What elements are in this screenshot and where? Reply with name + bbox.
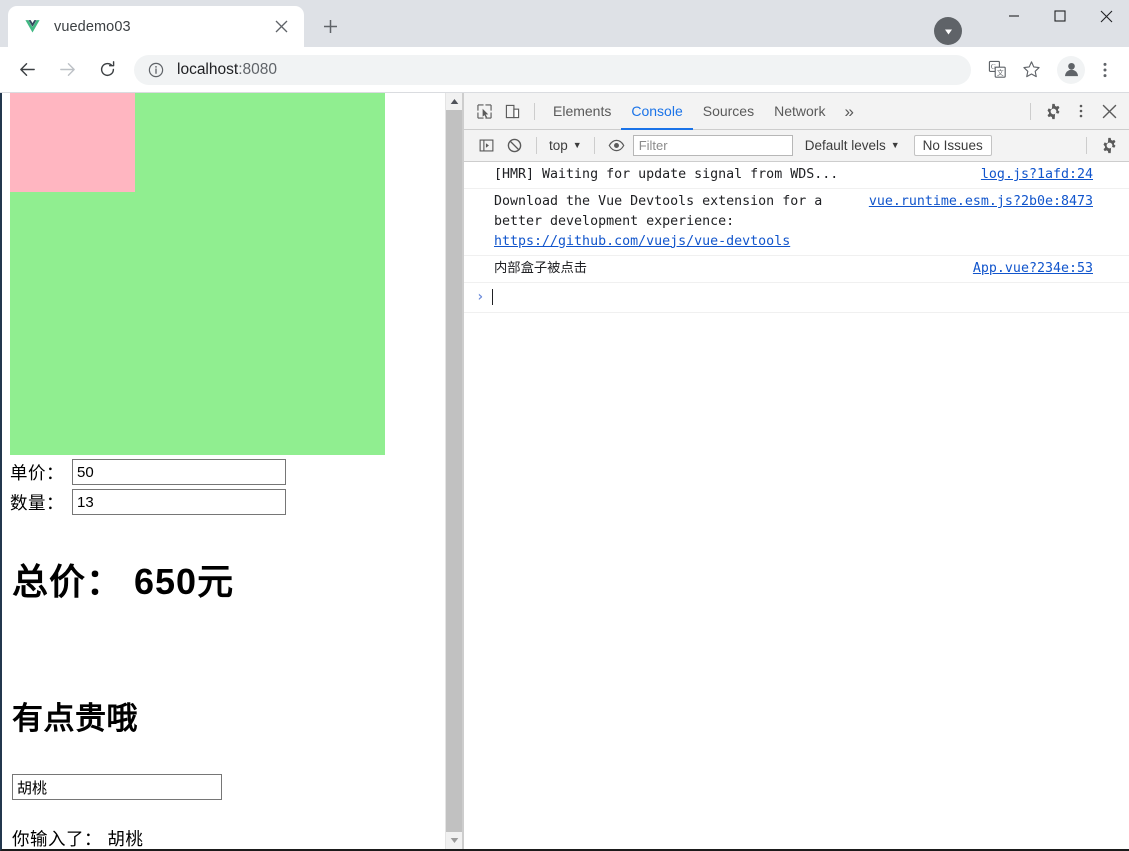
clear-console-icon[interactable] <box>500 133 528 159</box>
close-window-button[interactable] <box>1083 0 1129 32</box>
maximize-button[interactable] <box>1037 0 1083 32</box>
filterbar-divider-1 <box>536 137 537 154</box>
console-message-text: 内部盒子被点击 <box>494 260 588 276</box>
console-filter-bar: top ▼ Default levels ▼ No Issues <box>464 130 1129 162</box>
tab-sources[interactable]: Sources <box>693 93 764 129</box>
console-filter-input[interactable] <box>632 135 793 156</box>
price-comment-heading: 有点贵哦 <box>12 701 138 736</box>
prompt-text-cursor <box>492 289 494 306</box>
tab-title: vuedemo03 <box>54 18 131 35</box>
device-toolbar-icon[interactable] <box>498 98 526 124</box>
site-info-icon[interactable] <box>146 60 166 80</box>
execution-context-select[interactable]: top ▼ <box>545 138 586 153</box>
scrollbar-track[interactable] <box>446 110 462 832</box>
execution-context-value: top <box>549 138 568 153</box>
chrome-menu-icon[interactable] <box>1091 56 1119 84</box>
bookmark-star-icon[interactable] <box>1017 56 1045 84</box>
chevron-down-icon-levels: ▼ <box>890 140 900 150</box>
forward-button-icon[interactable] <box>52 55 82 85</box>
console-message-body: Download the Vue Devtools extension for … <box>494 193 823 229</box>
name-input[interactable] <box>12 774 222 800</box>
scrollbar-thumb[interactable] <box>446 110 462 832</box>
page-scrollbar[interactable] <box>445 93 462 849</box>
url-host: localhost <box>177 60 239 78</box>
issues-button[interactable]: No Issues <box>913 135 992 156</box>
translate-icon[interactable]: G 文 <box>983 56 1011 84</box>
scroll-down-arrow-icon[interactable] <box>446 832 462 849</box>
console-prompt[interactable]: › <box>464 283 1129 313</box>
unit-price-label: 单价： <box>10 462 64 483</box>
devtools-panel: Elements Console Sources Network » top ▼… <box>463 93 1129 849</box>
console-message-row[interactable]: 内部盒子被点击 App.vue?234e:53 <box>464 256 1129 283</box>
profile-avatar[interactable] <box>1057 55 1085 84</box>
browser-window: vuedemo03 localhost:8080 G 文 单价： 50 数量： … <box>0 0 1129 851</box>
tab-network[interactable]: Network <box>764 93 835 129</box>
toolbar-divider <box>534 102 535 120</box>
download-badge-icon[interactable] <box>934 17 962 45</box>
page-viewport: 单价： 数量： 总价： 650元 有点贵哦 你输入了： 胡桃 <box>2 93 463 849</box>
filterbar-divider-2 <box>593 137 595 154</box>
quantity-input[interactable] <box>72 489 286 515</box>
back-button-icon[interactable] <box>12 55 42 85</box>
devtools-close-icon[interactable] <box>1095 98 1123 124</box>
window-controls <box>934 0 1129 47</box>
address-bar[interactable]: localhost:8080 <box>134 54 971 85</box>
log-levels-select[interactable]: Default levels ▼ <box>799 138 906 153</box>
console-message-source-link[interactable]: App.vue?234e:53 <box>973 259 1123 279</box>
prompt-caret-icon: › <box>476 288 485 305</box>
toolbar-divider-right <box>1030 102 1031 120</box>
console-message-source-link[interactable]: log.js?1afd:24 <box>981 165 1123 185</box>
filterbar-divider-3 <box>1086 137 1087 154</box>
url-port: :8080 <box>238 60 277 78</box>
svg-text:文: 文 <box>997 68 1004 77</box>
inspect-element-icon[interactable] <box>470 98 498 124</box>
echo-text: 你输入了： 胡桃 <box>12 829 144 849</box>
devtools-tabbar: Elements Console Sources Network » <box>464 93 1129 130</box>
console-settings-gear-icon[interactable] <box>1095 133 1123 159</box>
scroll-up-arrow-icon[interactable] <box>446 93 462 110</box>
chevron-down-icon: ▼ <box>572 140 582 150</box>
console-message-source-link[interactable]: vue.runtime.esm.js?2b0e:8473 <box>869 192 1123 212</box>
quantity-label: 数量： <box>10 492 64 513</box>
minimize-button[interactable] <box>991 0 1037 32</box>
tab-console[interactable]: Console <box>621 93 693 130</box>
outer-box[interactable] <box>10 93 385 455</box>
quantity-row: 数量： <box>10 489 437 515</box>
console-message-list: [HMR] Waiting for update signal from WDS… <box>464 162 1129 849</box>
console-message-text: Download the Vue Devtools extension for … <box>494 192 869 252</box>
close-tab-icon[interactable] <box>270 16 292 38</box>
more-tabs-icon[interactable]: » <box>835 103 862 120</box>
live-expression-eye-icon[interactable] <box>603 133 631 159</box>
unit-price-input[interactable] <box>72 459 286 485</box>
vue-devtools-url-link[interactable]: https://github.com/vuejs/vue-devtools <box>494 234 790 249</box>
url-text: localhost:8080 <box>177 61 277 79</box>
devtools-more-options-icon[interactable] <box>1067 98 1095 124</box>
vue-logo-icon <box>24 18 41 35</box>
console-message-row[interactable]: Download the Vue Devtools extension for … <box>464 189 1129 256</box>
browser-toolbar: localhost:8080 G 文 <box>0 47 1129 93</box>
browser-tab[interactable]: vuedemo03 <box>8 6 304 47</box>
tab-elements[interactable]: Elements <box>543 93 621 129</box>
unit-price-row: 单价： <box>10 459 437 485</box>
console-sidebar-toggle-icon[interactable] <box>472 133 500 159</box>
rendered-page: 单价： 数量： 总价： 650元 有点贵哦 你输入了： 胡桃 <box>2 93 445 849</box>
content-area: 单价： 数量： 总价： 650元 有点贵哦 你输入了： 胡桃 <box>0 93 1129 851</box>
inner-box[interactable] <box>10 93 135 192</box>
devtools-settings-gear-icon[interactable] <box>1039 98 1067 124</box>
new-tab-button[interactable] <box>316 12 344 40</box>
tab-strip: vuedemo03 <box>0 0 1129 47</box>
reload-button-icon[interactable] <box>92 55 122 85</box>
console-message-text: [HMR] Waiting for update signal from WDS… <box>494 167 839 182</box>
total-price-heading: 总价： 650元 <box>12 561 235 602</box>
log-levels-value: Default levels <box>804 138 886 153</box>
console-message-row[interactable]: [HMR] Waiting for update signal from WDS… <box>464 162 1129 189</box>
